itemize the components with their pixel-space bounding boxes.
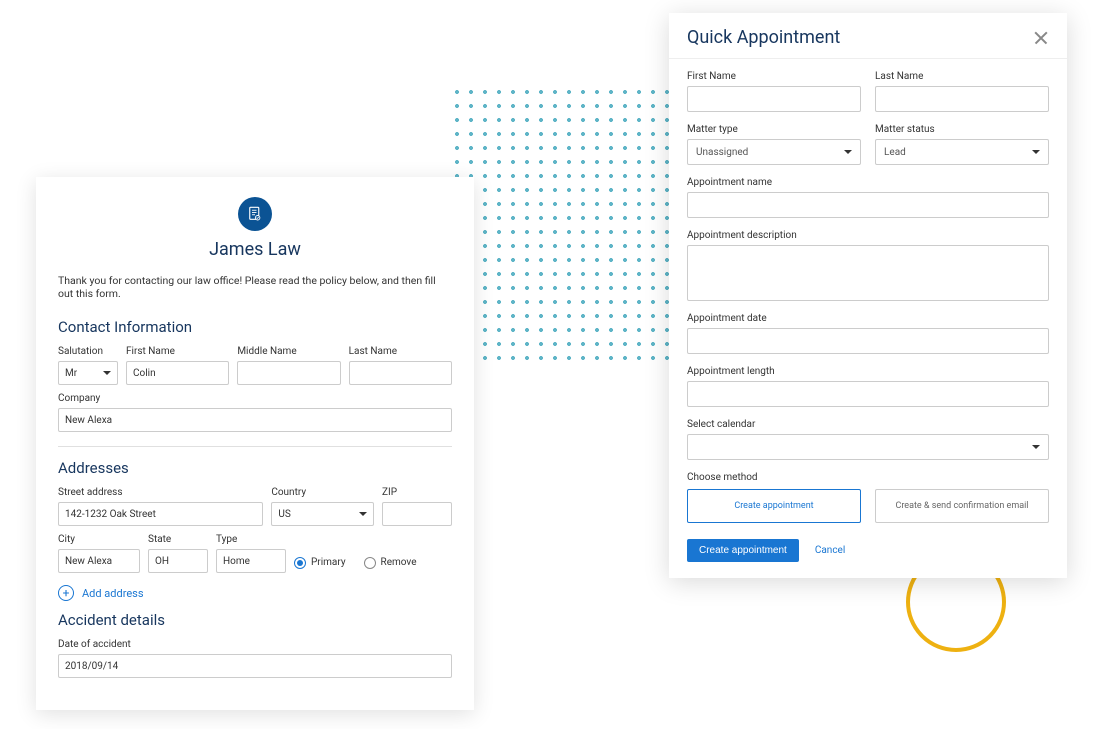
modal-title: Quick Appointment [687, 27, 840, 48]
calendar-label: Select calendar [687, 419, 1049, 430]
matter-status-value: Lead [884, 147, 906, 158]
primary-radio[interactable]: Primary [294, 557, 346, 569]
first-name-input[interactable]: Colin [126, 361, 229, 385]
add-address-button[interactable]: + Add address [58, 585, 452, 601]
create-appointment-button[interactable]: Create appointment [687, 539, 799, 562]
matter-type-label: Matter type [687, 124, 861, 135]
intake-form-card: James Law Thank you for contacting our l… [36, 177, 474, 710]
divider [58, 446, 452, 447]
appt-desc-textarea[interactable] [687, 245, 1049, 301]
street-value: 142-1232 Oak Street [65, 509, 156, 520]
appt-desc-label: Appointment description [687, 230, 1049, 241]
salutation-value: Mr [65, 368, 77, 379]
zip-label: ZIP [382, 487, 452, 498]
matter-status-select[interactable]: Lead [875, 139, 1049, 165]
plus-icon: + [58, 585, 74, 601]
type-label: Type [216, 534, 286, 545]
first-name-value: Colin [133, 368, 156, 379]
appt-date-input[interactable] [687, 328, 1049, 354]
state-label: State [148, 534, 208, 545]
firm-name: James Law [58, 239, 452, 260]
intro-text: Thank you for contacting our law office!… [58, 274, 452, 300]
city-input[interactable]: New Alexa [58, 549, 140, 573]
appt-length-label: Appointment length [687, 366, 1049, 377]
accident-date-input[interactable]: 2018/09/14 [58, 654, 452, 678]
last-name-input[interactable] [349, 361, 452, 385]
first-name-label: First Name [126, 346, 229, 357]
country-value: US [278, 509, 290, 520]
accident-date-value: 2018/09/14 [65, 661, 118, 672]
country-label: Country [271, 487, 374, 498]
chevron-down-icon [103, 371, 111, 375]
appt-length-input[interactable] [687, 381, 1049, 407]
chevron-down-icon [1032, 150, 1040, 154]
zip-input[interactable] [382, 502, 452, 526]
company-label: Company [58, 393, 452, 404]
firm-logo [238, 197, 272, 231]
matter-status-label: Matter status [875, 124, 1049, 135]
matter-type-select[interactable]: Unassigned [687, 139, 861, 165]
remove-radio[interactable]: Remove [364, 557, 417, 569]
middle-name-label: Middle Name [237, 346, 340, 357]
country-select[interactable]: US [271, 502, 374, 526]
qa-first-name-label: First Name [687, 71, 861, 82]
street-label: Street address [58, 487, 263, 498]
company-input[interactable]: New Alexa [58, 408, 452, 432]
appt-name-input[interactable] [687, 192, 1049, 218]
chevron-down-icon [359, 512, 367, 516]
quick-appointment-modal: Quick Appointment First Name Last Name M… [669, 13, 1067, 578]
accident-date-label: Date of accident [58, 639, 452, 650]
create-appointment-label: Create appointment [699, 545, 787, 556]
primary-label: Primary [311, 557, 346, 568]
middle-name-input[interactable] [237, 361, 340, 385]
cancel-link[interactable]: Cancel [815, 545, 845, 556]
company-value: New Alexa [65, 415, 112, 426]
calendar-select[interactable] [687, 434, 1049, 460]
last-name-label: Last Name [349, 346, 452, 357]
city-label: City [58, 534, 140, 545]
city-value: New Alexa [65, 556, 112, 567]
close-icon[interactable] [1033, 30, 1049, 46]
qa-first-name-input[interactable] [687, 86, 861, 112]
street-input[interactable]: 142-1232 Oak Street [58, 502, 263, 526]
salutation-label: Salutation [58, 346, 118, 357]
method-create-button[interactable]: Create appointment [687, 489, 861, 523]
qa-last-name-label: Last Name [875, 71, 1049, 82]
method-create-send-button[interactable]: Create & send confirmation email [875, 489, 1049, 523]
state-value: OH [155, 556, 169, 567]
addresses-section-title: Addresses [58, 459, 452, 477]
type-input[interactable]: Home [216, 549, 286, 573]
appt-name-label: Appointment name [687, 177, 1049, 188]
matter-type-value: Unassigned [696, 147, 748, 158]
document-icon [246, 205, 264, 223]
salutation-select[interactable]: Mr [58, 361, 118, 385]
chevron-down-icon [844, 150, 852, 154]
add-address-label: Add address [82, 587, 144, 600]
chevron-down-icon [1032, 445, 1040, 449]
choose-method-label: Choose method [687, 472, 1049, 483]
type-value: Home [223, 556, 250, 567]
appt-date-label: Appointment date [687, 313, 1049, 324]
state-input[interactable]: OH [148, 549, 208, 573]
remove-label: Remove [381, 557, 417, 568]
accident-section-title: Accident details [58, 611, 452, 629]
method-create-label: Create appointment [734, 501, 813, 511]
method-create-send-label: Create & send confirmation email [895, 501, 1028, 511]
qa-last-name-input[interactable] [875, 86, 1049, 112]
contact-section-title: Contact Information [58, 318, 452, 336]
